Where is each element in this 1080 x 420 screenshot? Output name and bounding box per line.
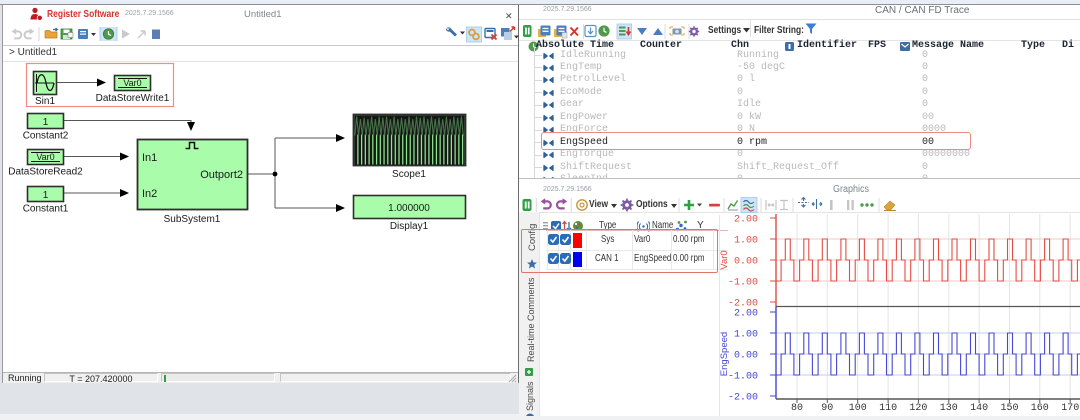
svg-text:160: 160 <box>1031 403 1049 414</box>
svg-text:Display1: Display1 <box>390 221 429 232</box>
svg-text:1.00: 1.00 <box>734 236 758 247</box>
svg-text:2.00: 2.00 <box>734 309 758 320</box>
svg-text:1: 1 <box>43 117 49 128</box>
svg-text:-1.00: -1.00 <box>728 372 758 383</box>
svg-text:DataStoreWrite1: DataStoreWrite1 <box>96 93 170 104</box>
svg-text:Var0: Var0 <box>123 78 141 88</box>
svg-text:DataStoreRead2: DataStoreRead2 <box>8 167 83 178</box>
svg-text:Constant2: Constant2 <box>23 131 69 142</box>
svg-text:EngSpeed: EngSpeed <box>719 332 730 376</box>
svg-text:Var0: Var0 <box>719 250 730 269</box>
svg-text:1: 1 <box>43 190 49 201</box>
svg-text:In1: In1 <box>142 152 157 164</box>
svg-text:Constant1: Constant1 <box>23 204 69 215</box>
svg-text:90: 90 <box>821 403 833 414</box>
svg-text:80: 80 <box>791 403 803 414</box>
svg-text:-2.00: -2.00 <box>728 393 758 404</box>
svg-text:0.00: 0.00 <box>734 351 758 362</box>
svg-text:150: 150 <box>1000 403 1018 414</box>
svg-text:100: 100 <box>849 403 867 414</box>
svg-text:Var0: Var0 <box>36 152 54 162</box>
svg-text:140: 140 <box>970 403 988 414</box>
svg-text:120: 120 <box>909 403 927 414</box>
svg-text:130: 130 <box>940 403 958 414</box>
svg-text:1.000000: 1.000000 <box>388 203 430 214</box>
svg-text:2.00: 2.00 <box>734 215 758 226</box>
svg-text:Scope1: Scope1 <box>392 169 426 180</box>
svg-text:170: 170 <box>1061 403 1079 414</box>
svg-text:Outport2: Outport2 <box>200 169 243 181</box>
svg-text:110: 110 <box>879 403 897 414</box>
svg-text:0.00: 0.00 <box>734 257 758 268</box>
svg-text:SubSystem1: SubSystem1 <box>164 214 221 225</box>
svg-text:-1.00: -1.00 <box>728 278 758 289</box>
svg-text:Sin1: Sin1 <box>35 96 55 107</box>
svg-text:In2: In2 <box>142 188 157 200</box>
svg-text:1.00: 1.00 <box>734 330 758 341</box>
